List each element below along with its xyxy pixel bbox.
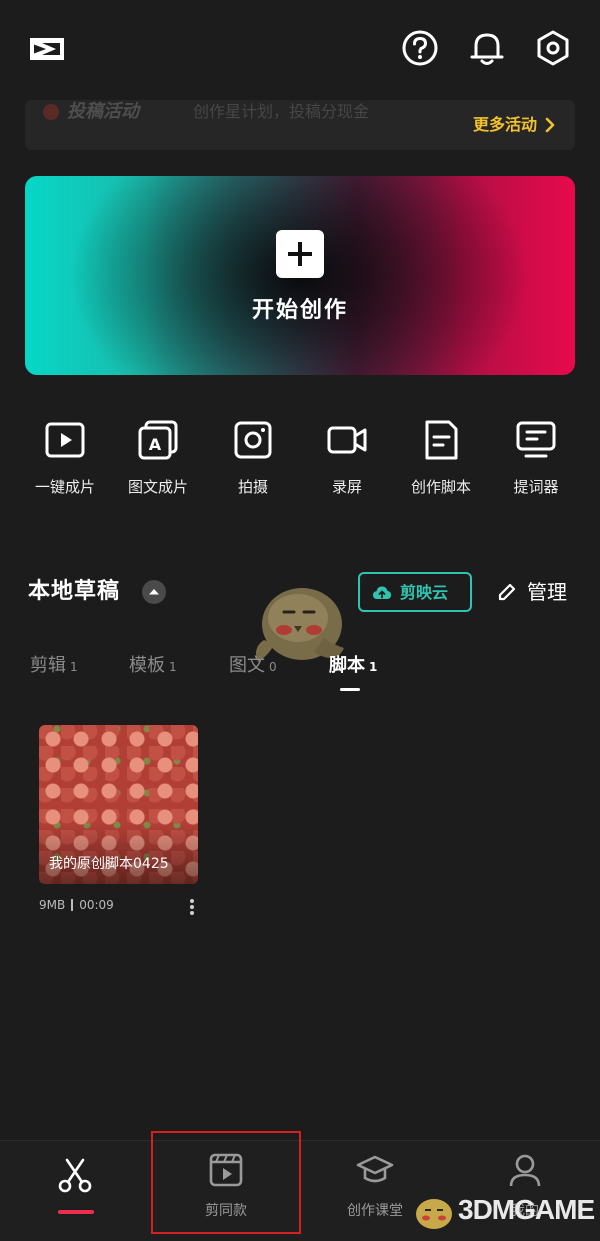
tab-count: 1 [169, 660, 177, 674]
local-drafts-title: 本地草稿 [28, 579, 121, 604]
tool-camera[interactable]: 拍摄 [206, 416, 300, 496]
tab-label: 脚本 [329, 655, 365, 676]
tab-label: 模板 [129, 655, 165, 676]
caret-up-icon [149, 589, 159, 595]
tab-label: 剪辑 [30, 655, 66, 676]
more-options-icon[interactable] [184, 898, 200, 918]
more-activities-link[interactable]: 更多活动 [473, 112, 537, 138]
tool-label: 创作脚本 [410, 478, 471, 496]
tab-count: 1 [369, 660, 378, 674]
nav-edit[interactable] [0, 1150, 150, 1230]
bell-icon[interactable] [467, 28, 507, 68]
watermark-word: GAME [514, 1194, 595, 1225]
collapse-toggle[interactable] [142, 580, 166, 604]
tab-label: 图文 [229, 655, 265, 676]
chevron-right-icon [545, 117, 555, 133]
mascot-logo-icon [416, 1199, 452, 1229]
tool-teleprompter[interactable]: 提词器 [489, 416, 583, 496]
site-watermark: 3DMGAME [410, 1188, 600, 1240]
help-icon[interactable] [400, 28, 440, 68]
plus-icon [276, 230, 324, 278]
tool-label: 一键成片 [34, 478, 95, 496]
tool-label: 图文成片 [127, 478, 188, 496]
tab-image-text[interactable]: 图文 0 [229, 654, 277, 679]
watermark-num: 3DM [458, 1194, 515, 1225]
highlight-annotation-box [151, 1131, 301, 1234]
active-tab-indicator [340, 688, 360, 691]
tool-image-text-video[interactable]: A 图文成片 [111, 416, 205, 496]
tool-screen-record[interactable]: 录屏 [300, 416, 394, 496]
activity-title: 投稿活动 [67, 101, 139, 122]
cloud-drive-button[interactable]: 剪映云 [358, 572, 472, 612]
settings-icon[interactable] [533, 28, 573, 68]
teleprompter-icon [516, 421, 556, 458]
tool-label: 录屏 [331, 478, 362, 496]
meta-divider [71, 899, 74, 911]
activity-subtitle: 创作星计划，投稿分现金 [193, 102, 370, 121]
edit-pencil-icon [498, 583, 516, 601]
cloud-drive-label: 剪映云 [400, 583, 449, 602]
draft-duration: 00:09 [79, 898, 114, 912]
tab-script[interactable]: 脚本 1 [329, 654, 377, 679]
screen-record-icon [327, 426, 367, 454]
draft-size: 9MB [39, 898, 66, 912]
user-icon [509, 1154, 541, 1187]
camera-icon [234, 421, 272, 459]
active-nav-indicator [58, 1210, 94, 1214]
manage-label: 管理 [527, 580, 567, 604]
tab-count: 1 [70, 660, 78, 674]
tool-one-click-video[interactable]: 一键成片 [18, 416, 112, 496]
scissors-icon [58, 1158, 92, 1193]
svg-text:A: A [149, 435, 162, 454]
activity-banner[interactable]: 投稿活动 创作星计划，投稿分现金 更多活动 [25, 100, 575, 150]
tool-script[interactable]: 创作脚本 [394, 416, 488, 496]
draft-meta: 9MB 00:09 [39, 898, 114, 912]
tool-label: 提词器 [513, 478, 559, 496]
image-text-icon: A [138, 420, 178, 460]
tab-count: 0 [269, 660, 277, 674]
tool-label: 拍摄 [237, 478, 268, 496]
script-icon [425, 420, 458, 460]
draft-thumbnail[interactable]: 我的原创脚本0425 [39, 725, 198, 884]
play-icon [45, 422, 85, 458]
tab-template[interactable]: 模板 1 [129, 654, 177, 679]
cloud-upload-icon [373, 586, 391, 599]
draft-name: 我的原创脚本0425 [49, 856, 169, 872]
capcut-logo-icon [24, 26, 70, 72]
tab-edit[interactable]: 剪辑 1 [30, 654, 78, 679]
watermark-text: 3DMGAME [458, 1194, 595, 1226]
start-creation-card[interactable]: 开始创作 [25, 176, 575, 375]
start-creation-label: 开始创作 [251, 298, 348, 323]
graduation-cap-icon [356, 1155, 394, 1183]
fire-icon [43, 104, 59, 120]
